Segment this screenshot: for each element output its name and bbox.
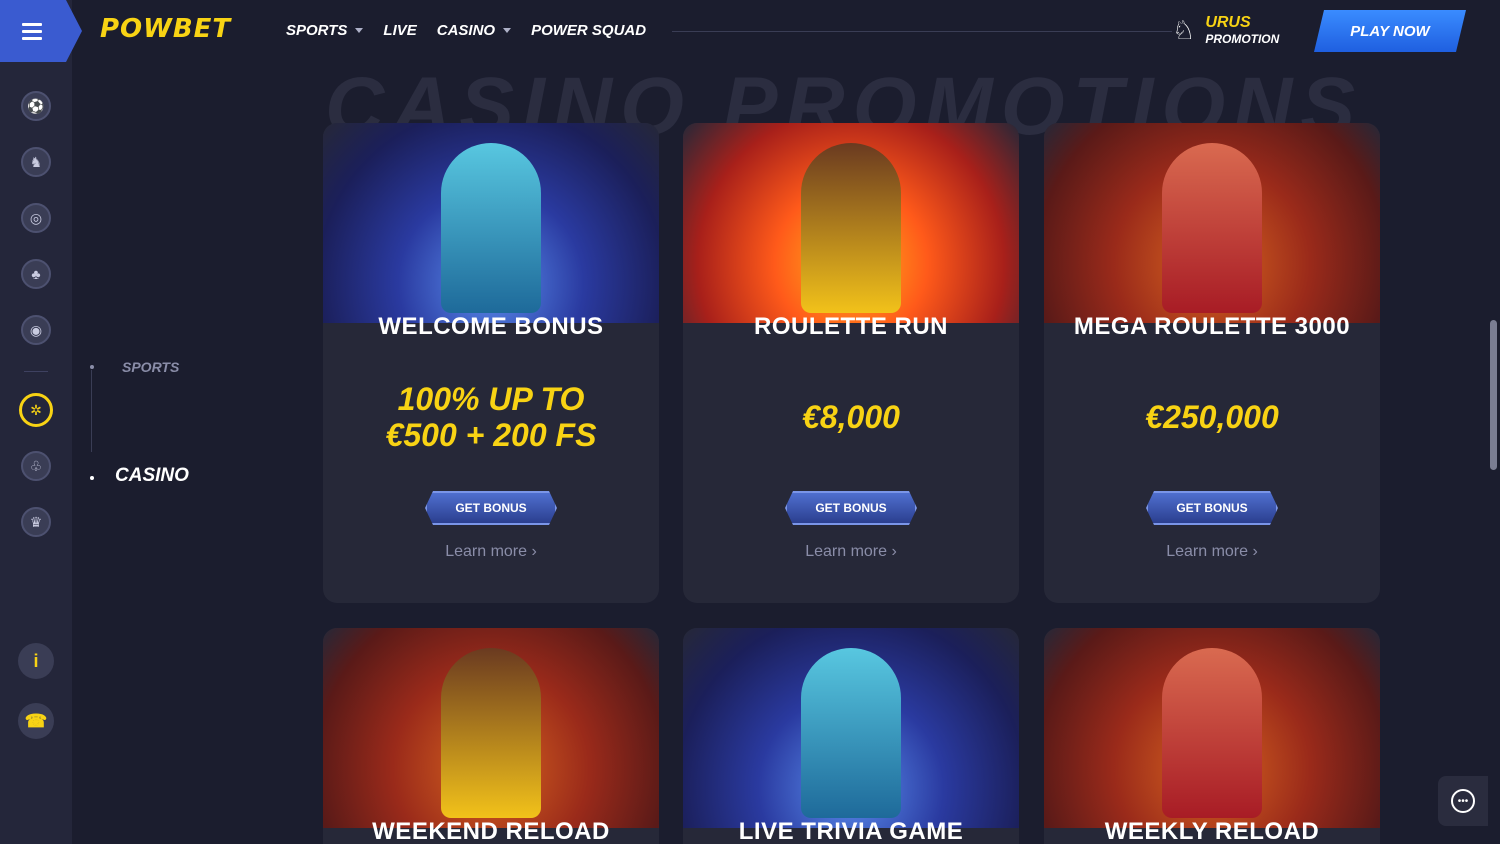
learn-more-link[interactable]: Learn more › <box>323 543 659 561</box>
nav-live-label: LIVE <box>383 22 417 39</box>
urus-title: URUS <box>1205 14 1251 31</box>
promo-card-image <box>1044 123 1380 323</box>
brand-logo[interactable]: POWBET <box>100 14 231 44</box>
get-bonus-button[interactable]: GET BONUS <box>1146 491 1278 525</box>
promo-card-image <box>1044 628 1380 828</box>
get-bonus-button[interactable]: GET BONUS <box>425 491 557 525</box>
play-now-button[interactable]: PLAY NOW <box>1314 10 1466 52</box>
promo-card-image <box>683 628 1019 828</box>
sidebar-divider <box>24 371 48 372</box>
hamburger-icon <box>22 22 42 40</box>
promo-card-image <box>323 123 659 323</box>
promo-card-value: €250,000 <box>1145 399 1279 435</box>
info-glyph: i <box>33 650 39 671</box>
submenu-dot <box>90 365 94 369</box>
learn-more-link[interactable]: Learn more › <box>683 543 1019 561</box>
character-illustration <box>801 143 901 313</box>
soccer-icon[interactable]: ⚽ <box>21 91 51 121</box>
submenu-casino[interactable]: CASINO <box>115 465 189 487</box>
promo-card-title: MEGA ROULETTE 3000 <box>1073 313 1351 340</box>
promo-card-image <box>323 628 659 828</box>
horse-racing-icon[interactable]: ♞ <box>21 147 51 177</box>
nav-power-squad[interactable]: POWER SQUAD <box>531 22 646 39</box>
promo-card-value: 100% UP TO <box>397 381 585 417</box>
submenu-sports[interactable]: SPORTS <box>122 359 179 375</box>
phone-glyph: ☎ <box>24 710 48 731</box>
urus-promotion-link[interactable]: ♘ URUS PROMOTION <box>1172 14 1279 46</box>
character-illustration <box>1162 648 1262 818</box>
promo-card: WEEKEND RELOAD <box>323 628 659 844</box>
header-divider <box>672 31 1172 32</box>
chevron-down-icon <box>355 28 364 33</box>
trophy-icon[interactable]: ♛ <box>21 507 51 537</box>
promo-card-title: ROULETTE RUN <box>754 313 948 340</box>
promo-card-value: €8,000 <box>802 399 900 435</box>
submenu-dot-active <box>90 476 94 480</box>
promo-card: WEEKLY RELOAD <box>1044 628 1380 844</box>
scrollbar-thumb[interactable] <box>1490 320 1497 470</box>
nav-casino[interactable]: CASINO <box>436 22 512 39</box>
roulette-icon[interactable]: ✲ <box>19 393 53 427</box>
promo-card: WELCOME BONUS 100% UP TO €500 + 200 FS G… <box>323 123 659 603</box>
character-illustration <box>801 648 901 818</box>
esports-icon[interactable]: ◎ <box>21 203 51 233</box>
get-bonus-button[interactable]: GET BONUS <box>785 491 917 525</box>
promo-card-title: LIVE TRIVIA GAME <box>738 818 964 844</box>
chevron-down-icon <box>503 28 512 33</box>
submenu-line <box>91 370 92 452</box>
nav-power-squad-label: POWER SQUAD <box>531 22 647 39</box>
live-stream-icon[interactable]: ◉ <box>21 315 51 345</box>
urus-subtitle: PROMOTION <box>1205 32 1280 46</box>
promo-card: LIVE TRIVIA GAME <box>683 628 1019 844</box>
learn-more-link[interactable]: Learn more › <box>1044 543 1380 561</box>
nav-casino-label: CASINO <box>436 22 496 39</box>
live-chat-button[interactable]: ••• <box>1438 776 1488 826</box>
bull-logo-icon: ♘ <box>1172 15 1196 45</box>
left-sidebar: ⚽ ♞ ◎ ♣ ◉ ✲ ♧ ♛ i ☎ <box>0 0 82 844</box>
cards-icon[interactable]: ♣ <box>21 259 51 289</box>
nav-sports[interactable]: SPORTS <box>286 22 364 39</box>
nav-sports-label: SPORTS <box>286 22 348 39</box>
menu-toggle-button[interactable] <box>0 0 82 62</box>
poker-chips-icon[interactable]: ♧ <box>21 451 51 481</box>
promo-card-title: WEEKLY RELOAD <box>1104 818 1320 844</box>
top-header: POWBET SPORTS LIVE CASINO POWER SQUAD ♘ … <box>72 0 1500 62</box>
promo-card-title: WEEKEND RELOAD <box>372 818 610 844</box>
promo-card-title: WELCOME BONUS <box>378 313 604 340</box>
main-nav: SPORTS LIVE CASINO POWER SQUAD <box>286 22 646 39</box>
character-illustration <box>441 143 541 313</box>
support-phone-icon[interactable]: ☎ <box>18 703 54 739</box>
urus-promotion-text: URUS PROMOTION <box>1205 14 1279 46</box>
promo-card-value-line2: €500 + 200 FS <box>385 417 597 453</box>
chat-icon: ••• <box>1451 789 1475 813</box>
character-illustration <box>441 648 541 818</box>
character-illustration <box>1162 143 1262 313</box>
info-icon[interactable]: i <box>18 643 54 679</box>
promo-card: MEGA ROULETTE 3000 €250,000 GET BONUS Le… <box>1044 123 1380 603</box>
promo-card-image <box>683 123 1019 323</box>
promo-card: ROULETTE RUN €8,000 GET BONUS Learn more… <box>683 123 1019 603</box>
nav-live[interactable]: LIVE <box>383 22 416 39</box>
